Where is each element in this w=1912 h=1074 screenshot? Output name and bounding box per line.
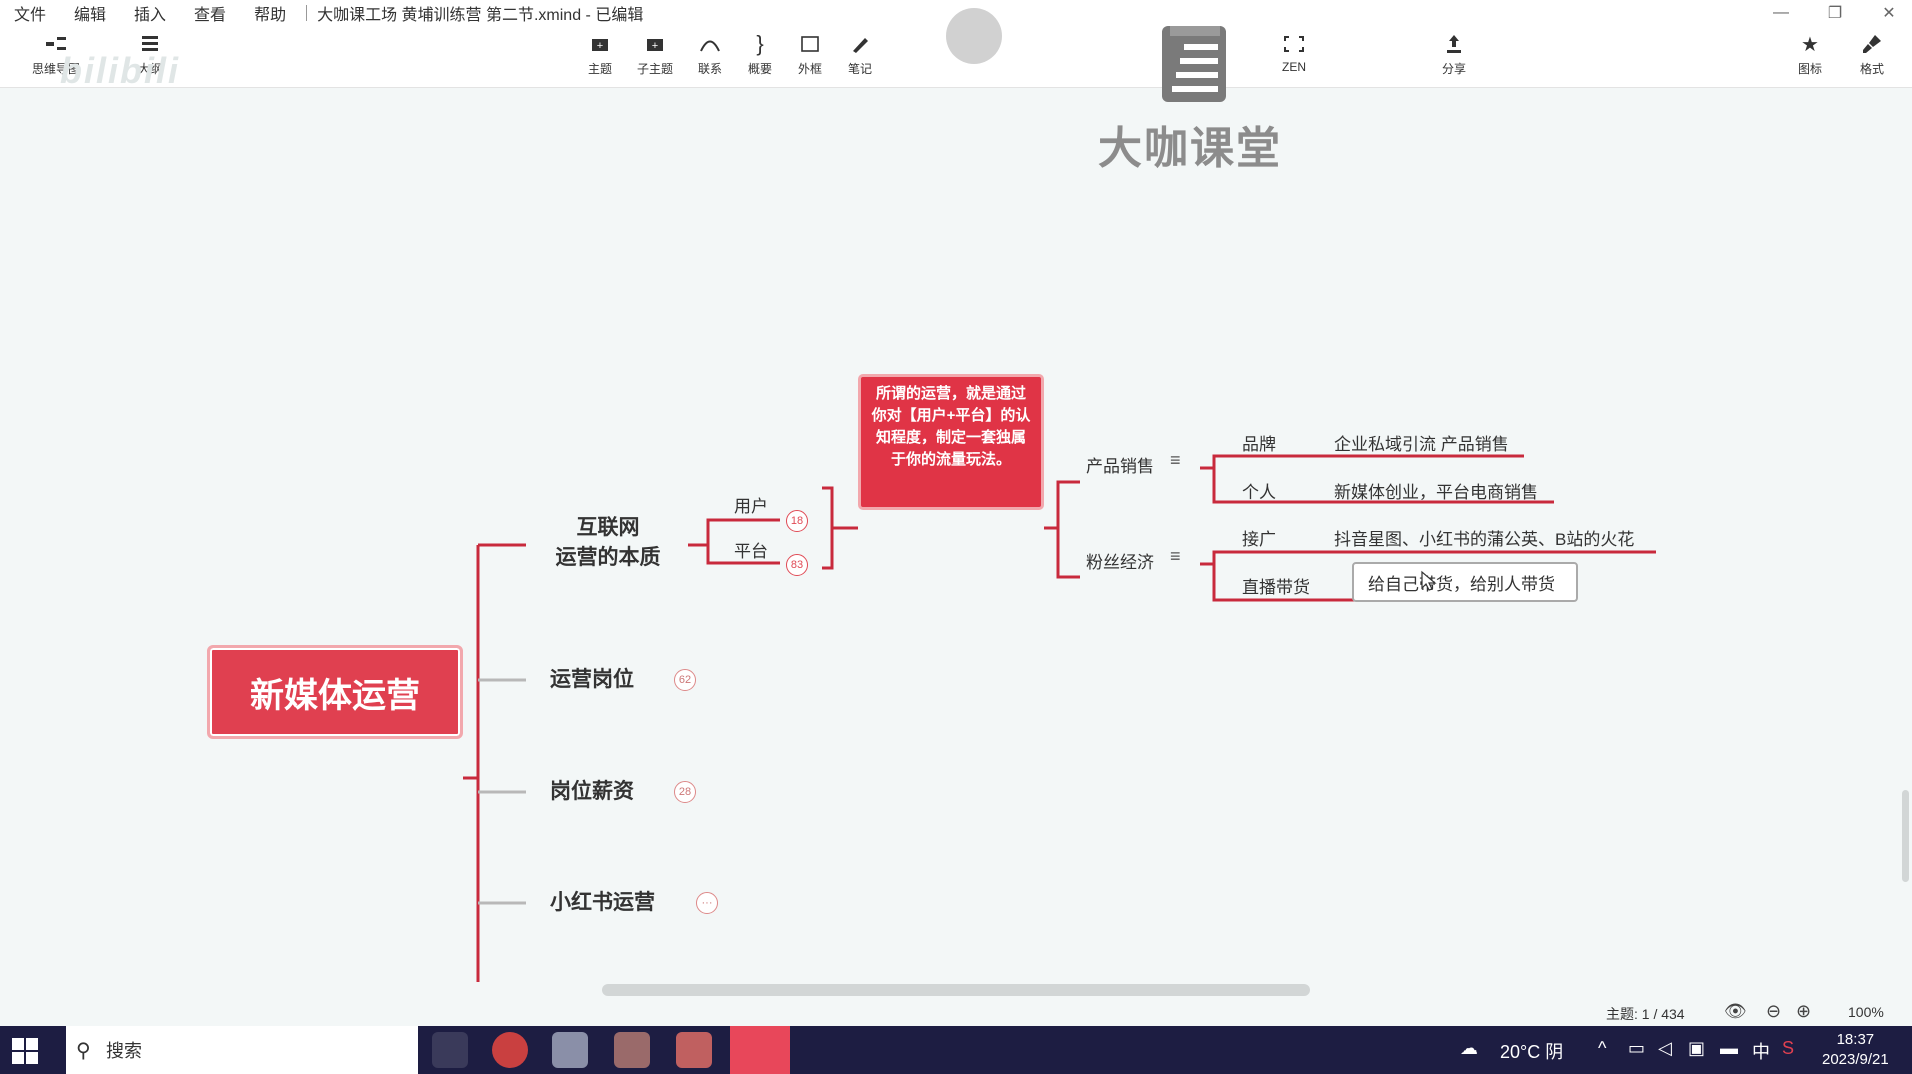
taskbar-app-edge[interactable] <box>432 1032 468 1068</box>
cloud-icon: ☁ <box>1460 1038 1478 1058</box>
branch-label-line1: 互联网 <box>576 516 640 539</box>
summary-callout[interactable]: 所谓的运营，就是通过你对【用户+平台】的认知程度，制定一套独属于你的流量玩法。 <box>858 374 1044 510</box>
taskbar: ⚲ 搜索 ☁ 20°C 阴 ^ ▭ ◁ ▣ ▬ 中 S 18:37 2023/9… <box>0 1026 1912 1074</box>
sogou-icon[interactable]: S <box>1782 1038 1794 1059</box>
taskbar-app-doc[interactable] <box>614 1032 650 1068</box>
topic-brand[interactable]: 品牌 <box>1242 430 1276 455</box>
search-icon: ⚲ <box>76 1040 91 1062</box>
topic-personal-detail[interactable]: 新媒体创业，平台电商销售 <box>1334 478 1538 503</box>
note-lines-icon[interactable]: ≡ <box>1170 546 1181 567</box>
windows-start-icon[interactable] <box>12 1038 38 1064</box>
zoom-level[interactable]: 100% <box>1848 1004 1884 1020</box>
collapse-badge-user[interactable]: 18 <box>786 510 808 532</box>
central-topic[interactable]: 新媒体运营 <box>207 645 463 739</box>
topic-personal[interactable]: 个人 <box>1242 478 1276 503</box>
taskbar-app-files[interactable] <box>552 1032 588 1068</box>
collapse-badge-salary[interactable]: 28 <box>674 781 696 803</box>
horizontal-scrollbar[interactable] <box>602 984 1310 996</box>
weather-text[interactable]: 20°C 阴 <box>1500 1038 1563 1064</box>
branch-position-salary[interactable]: 岗位薪资 <box>550 777 634 807</box>
taskbar-app-xmind-active[interactable] <box>730 1026 790 1074</box>
system-clock[interactable]: 18:37 2023/9/21 <box>1822 1030 1889 1070</box>
topic-count: 主题: 1 / 434 <box>1606 1006 1685 1022</box>
subtopic-platform[interactable]: 平台 <box>734 537 768 562</box>
battery-icon[interactable]: ▬ <box>1720 1038 1738 1059</box>
collapse-badge-positions[interactable]: 62 <box>674 669 696 691</box>
clock-time: 18:37 <box>1836 1031 1875 1048</box>
vertical-scrollbar[interactable] <box>1902 790 1909 882</box>
clock-date: 2023/9/21 <box>1822 1051 1889 1068</box>
xmind-window: 文件 编辑 插入 查看 帮助 大咖课工场 黄埔训练营 第二节.xmind - 已… <box>0 0 1912 1074</box>
chevron-up-icon[interactable]: ^ <box>1598 1038 1606 1059</box>
topic-brand-detail[interactable]: 企业私域引流 产品销售 <box>1334 430 1509 455</box>
ime-indicator[interactable]: 中 <box>1752 1038 1770 1064</box>
branch-internet-essence[interactable]: 互联网 运营的本质 <box>540 513 676 573</box>
topic-ads-detail[interactable]: 抖音星图、小红书的蒲公英、B站的火花 <box>1334 525 1634 550</box>
taskbar-app-folder[interactable] <box>676 1032 712 1068</box>
topic-fans-economy[interactable]: 粉丝经济 <box>1086 548 1154 573</box>
topic-live-selling-detail[interactable]: 给自己带货，给别人带货 <box>1352 562 1578 602</box>
note-lines-icon[interactable]: ≡ <box>1170 450 1181 471</box>
taskbar-search[interactable]: ⚲ 搜索 <box>66 1026 418 1074</box>
collapse-badge-platform[interactable]: 83 <box>786 554 808 576</box>
branch-operation-positions[interactable]: 运营岗位 <box>550 665 634 695</box>
zoom-in-icon[interactable]: ⊕ <box>1796 1001 1811 1022</box>
status-bar: 主题: 1 / 434 👁 ⊖ ⊕ 100% <box>0 998 1912 1026</box>
collapse-badge-xiaohongshu[interactable]: ··· <box>696 892 718 914</box>
zoom-out-icon[interactable]: ⊖ <box>1766 1001 1781 1022</box>
tray-app-icon[interactable]: ▣ <box>1688 1038 1705 1059</box>
mouse-cursor-icon <box>1421 570 1437 591</box>
topic-product-sales[interactable]: 产品销售 <box>1086 452 1154 477</box>
topic-ads[interactable]: 接广 <box>1242 525 1276 550</box>
eye-icon[interactable]: 👁 <box>1724 1001 1747 1022</box>
branch-xiaohongshu[interactable]: 小红书运营 <box>550 888 655 918</box>
topic-live-selling[interactable]: 直播带货 <box>1242 573 1310 598</box>
volume-icon[interactable]: ◁ <box>1658 1038 1672 1059</box>
search-label: 搜索 <box>106 1041 142 1061</box>
network-icon[interactable]: ▭ <box>1628 1038 1645 1059</box>
subtopic-user[interactable]: 用户 <box>734 492 768 517</box>
branch-label-line2: 运营的本质 <box>555 546 661 569</box>
taskbar-app-browser[interactable] <box>492 1032 528 1068</box>
